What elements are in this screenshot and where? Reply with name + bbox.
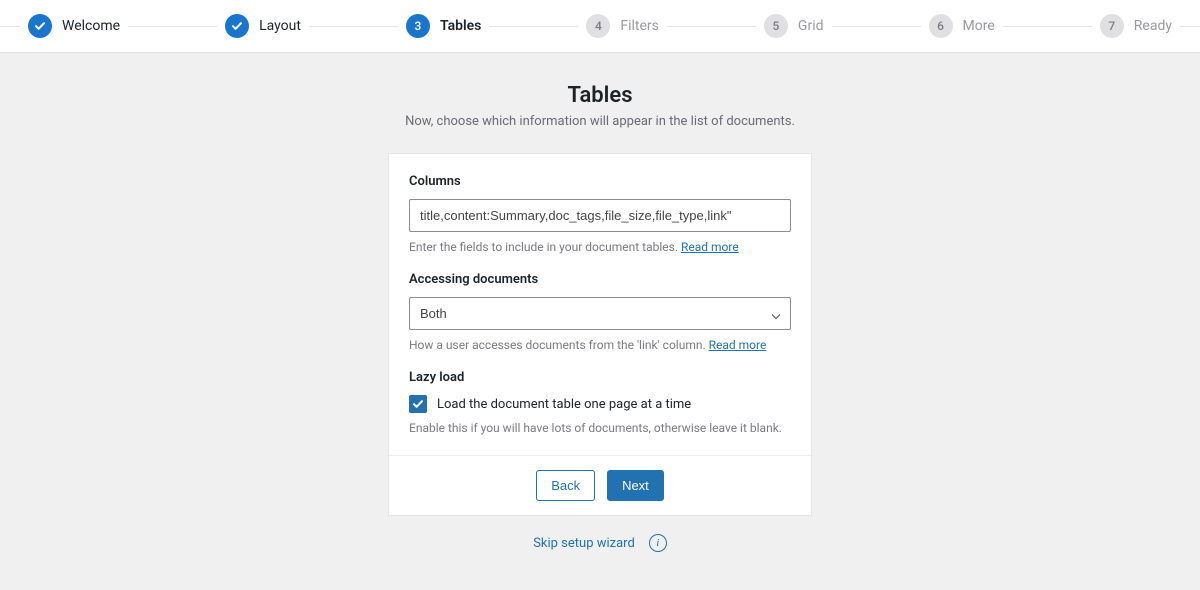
check-icon [28, 14, 52, 38]
step-label: Filters [620, 18, 659, 34]
step-layout[interactable]: Layout [217, 14, 309, 38]
step-number: 4 [586, 14, 610, 38]
lazy-field: Lazy load Load the document table one pa… [409, 370, 791, 435]
help-text: How a user accesses documents from the '… [409, 338, 709, 352]
step-filters[interactable]: 4 Filters [578, 14, 667, 38]
step-label: More [963, 18, 995, 34]
check-icon [412, 398, 424, 410]
lazy-help: Enable this if you will have lots of doc… [409, 421, 791, 435]
wizard-content: Tables Now, choose which information wil… [0, 53, 1200, 572]
accessing-select-wrap: Both [409, 297, 791, 330]
page-subtitle: Now, choose which information will appea… [0, 114, 1200, 129]
step-ready[interactable]: 7 Ready [1092, 14, 1180, 38]
columns-label: Columns [409, 174, 791, 189]
step-label: Tables [440, 18, 481, 34]
lazy-checkbox[interactable] [409, 395, 427, 413]
settings-card: Columns Enter the fields to include in y… [388, 153, 812, 516]
next-button[interactable]: Next [607, 470, 664, 501]
wizard-stepper: Welcome Layout 3 Tables 4 Filters 5 Grid… [0, 0, 1200, 53]
card-body: Columns Enter the fields to include in y… [389, 154, 811, 455]
card-footer: Back Next [389, 455, 811, 515]
wizard-footer: Skip setup wizard i [0, 534, 1200, 552]
step-number: 3 [406, 14, 430, 38]
lazy-checkbox-label: Load the document table one page at a ti… [437, 397, 691, 412]
step-tables[interactable]: 3 Tables [398, 14, 489, 38]
accessing-help: How a user accesses documents from the '… [409, 338, 791, 352]
back-button[interactable]: Back [536, 470, 595, 501]
step-number: 7 [1100, 14, 1124, 38]
info-icon[interactable]: i [649, 534, 667, 552]
accessing-label: Accessing documents [409, 272, 791, 287]
accessing-field: Accessing documents Both How a user acce… [409, 272, 791, 352]
step-label: Layout [259, 18, 301, 34]
columns-input[interactable] [409, 199, 791, 232]
step-grid[interactable]: 5 Grid [756, 14, 832, 38]
help-text: Enter the fields to include in your docu… [409, 240, 681, 254]
accessing-select[interactable]: Both [409, 297, 791, 330]
skip-wizard-link[interactable]: Skip setup wizard [533, 536, 635, 551]
columns-field: Columns Enter the fields to include in y… [409, 174, 791, 254]
check-icon [225, 14, 249, 38]
columns-help: Enter the fields to include in your docu… [409, 240, 791, 254]
step-more[interactable]: 6 More [921, 14, 1003, 38]
step-label: Welcome [62, 18, 120, 34]
accessing-read-more-link[interactable]: Read more [709, 338, 767, 352]
step-number: 6 [929, 14, 953, 38]
page-title: Tables [0, 83, 1200, 108]
columns-read-more-link[interactable]: Read more [681, 240, 739, 254]
lazy-label: Lazy load [409, 370, 791, 385]
lazy-checkbox-row: Load the document table one page at a ti… [409, 395, 791, 413]
step-number: 5 [764, 14, 788, 38]
step-label: Ready [1134, 18, 1172, 34]
step-label: Grid [798, 18, 824, 34]
step-welcome[interactable]: Welcome [20, 14, 128, 38]
page-heading: Tables [0, 83, 1200, 108]
